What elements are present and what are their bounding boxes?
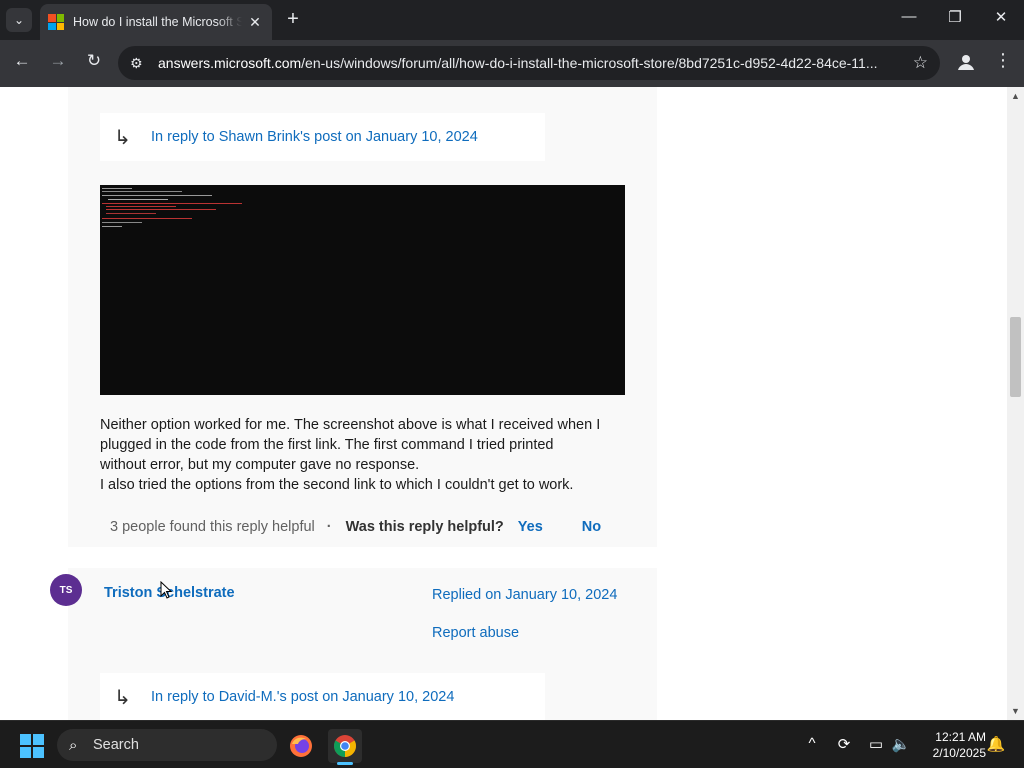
reply-body-line: Neither option worked for me. The screen… (100, 417, 601, 433)
reply-body: Neither option worked for me. The screen… (100, 415, 640, 495)
reply-reference-2[interactable]: ↳ In reply to David-M.'s post on January… (100, 673, 545, 720)
firefox-icon[interactable] (284, 729, 318, 763)
scrollbar-thumb[interactable] (1010, 317, 1021, 397)
reply-body-line: I also tried the options from the second… (100, 477, 574, 493)
network-icon[interactable]: ▭ (866, 735, 886, 753)
profile-icon[interactable] (955, 51, 977, 73)
helpful-count: 3 people found this reply helpful (110, 519, 315, 535)
kebab-menu-icon[interactable]: ⋮ (994, 50, 1012, 71)
volume-icon[interactable]: 🔈 (891, 735, 911, 753)
windows-taskbar: ⌕ Search ^ ⟳ ▭ 🔈 12:21 AM 2/10/2025 🔔 (0, 720, 1024, 768)
chevron-up-icon[interactable]: ^ (802, 735, 822, 752)
tab-title: How do I install the Microsoft Store? (73, 15, 242, 29)
chrome-icon[interactable] (328, 729, 362, 763)
helpful-row: 3 people found this reply helpful · Was … (110, 519, 601, 535)
site-info-icon[interactable]: ⚙ (130, 55, 146, 72)
forward-arrow-icon[interactable]: → (46, 51, 70, 71)
report-abuse-link[interactable]: Report abuse (432, 625, 519, 641)
page-content: ↳ In reply to Shawn Brink's post on Janu… (0, 87, 1007, 720)
system-clock[interactable]: 12:21 AM 2/10/2025 (914, 729, 986, 761)
replied-date[interactable]: Replied on January 10, 2024 (432, 587, 617, 603)
helpful-question: Was this reply helpful? (345, 519, 504, 535)
search-label: Search (93, 737, 139, 753)
active-app-indicator (337, 762, 353, 765)
search-icon: ⌕ (69, 736, 78, 754)
reply-arrow-icon: ↳ (114, 126, 131, 149)
url-text[interactable]: answers.microsoft.com/en-us/windows/foru… (158, 55, 898, 71)
sync-icon[interactable]: ⟳ (834, 735, 854, 753)
separator-dot: · (326, 519, 332, 535)
restore-button[interactable]: ❐ (943, 8, 967, 26)
new-tab-button[interactable]: + (283, 8, 303, 31)
reply-reference-link[interactable]: In reply to David-M.'s post on January 1… (151, 689, 454, 705)
scroll-up-icon[interactable]: ▲ (1011, 91, 1020, 101)
reply-body-line: plugged in the code from the first link.… (100, 437, 554, 453)
url-path: /en-us/windows/forum/all/how-do-i-instal… (301, 55, 878, 71)
browser-chrome: ⌄ How do I install the Microsoft Store? … (0, 0, 1024, 87)
reply-reference-link[interactable]: In reply to Shawn Brink's post on Januar… (151, 129, 478, 145)
no-button[interactable]: No (582, 519, 601, 535)
command-prompt-screenshot[interactable] (100, 185, 625, 395)
clock-date: 2/10/2025 (932, 746, 986, 760)
windows-start-icon[interactable] (20, 734, 44, 758)
chevron-down-icon: ⌄ (13, 13, 25, 27)
avatar[interactable]: TS (50, 574, 82, 606)
clock-time: 12:21 AM (935, 730, 986, 744)
address-bar[interactable]: ⚙ answers.microsoft.com/en-us/windows/fo… (118, 46, 940, 80)
yes-button[interactable]: Yes (518, 519, 543, 535)
reply-reference-1[interactable]: ↳ In reply to Shawn Brink's post on Janu… (100, 113, 545, 161)
notification-bell-icon[interactable]: 🔔 (986, 735, 1006, 753)
bookmark-star-icon[interactable]: ☆ (913, 53, 928, 73)
close-window-button[interactable]: ✕ (989, 8, 1013, 26)
browser-toolbar: ← → ↻ ⚙ answers.microsoft.com/en-us/wind… (0, 40, 1024, 87)
url-domain: answers.microsoft.com (158, 55, 302, 71)
mouse-cursor-icon (160, 581, 172, 599)
back-arrow-icon[interactable]: ← (10, 51, 34, 71)
scroll-down-icon[interactable]: ▼ (1011, 706, 1020, 716)
reply-arrow-icon: ↳ (114, 686, 131, 709)
active-tab[interactable]: How do I install the Microsoft Store? ✕ (40, 4, 272, 40)
tab-bar: ⌄ How do I install the Microsoft Store? … (0, 0, 1024, 40)
taskbar-search[interactable]: ⌕ Search (57, 729, 277, 761)
tab-close-icon[interactable]: ✕ (246, 14, 264, 31)
tab-search-button[interactable]: ⌄ (6, 8, 32, 32)
reload-icon[interactable]: ↻ (82, 51, 106, 71)
reply-body-line: without error, but my computer gave no r… (100, 457, 420, 473)
minimize-button[interactable]: — (897, 8, 921, 25)
microsoft-logo-icon (48, 14, 64, 30)
vertical-scrollbar[interactable]: ▲ ▼ (1007, 87, 1024, 720)
